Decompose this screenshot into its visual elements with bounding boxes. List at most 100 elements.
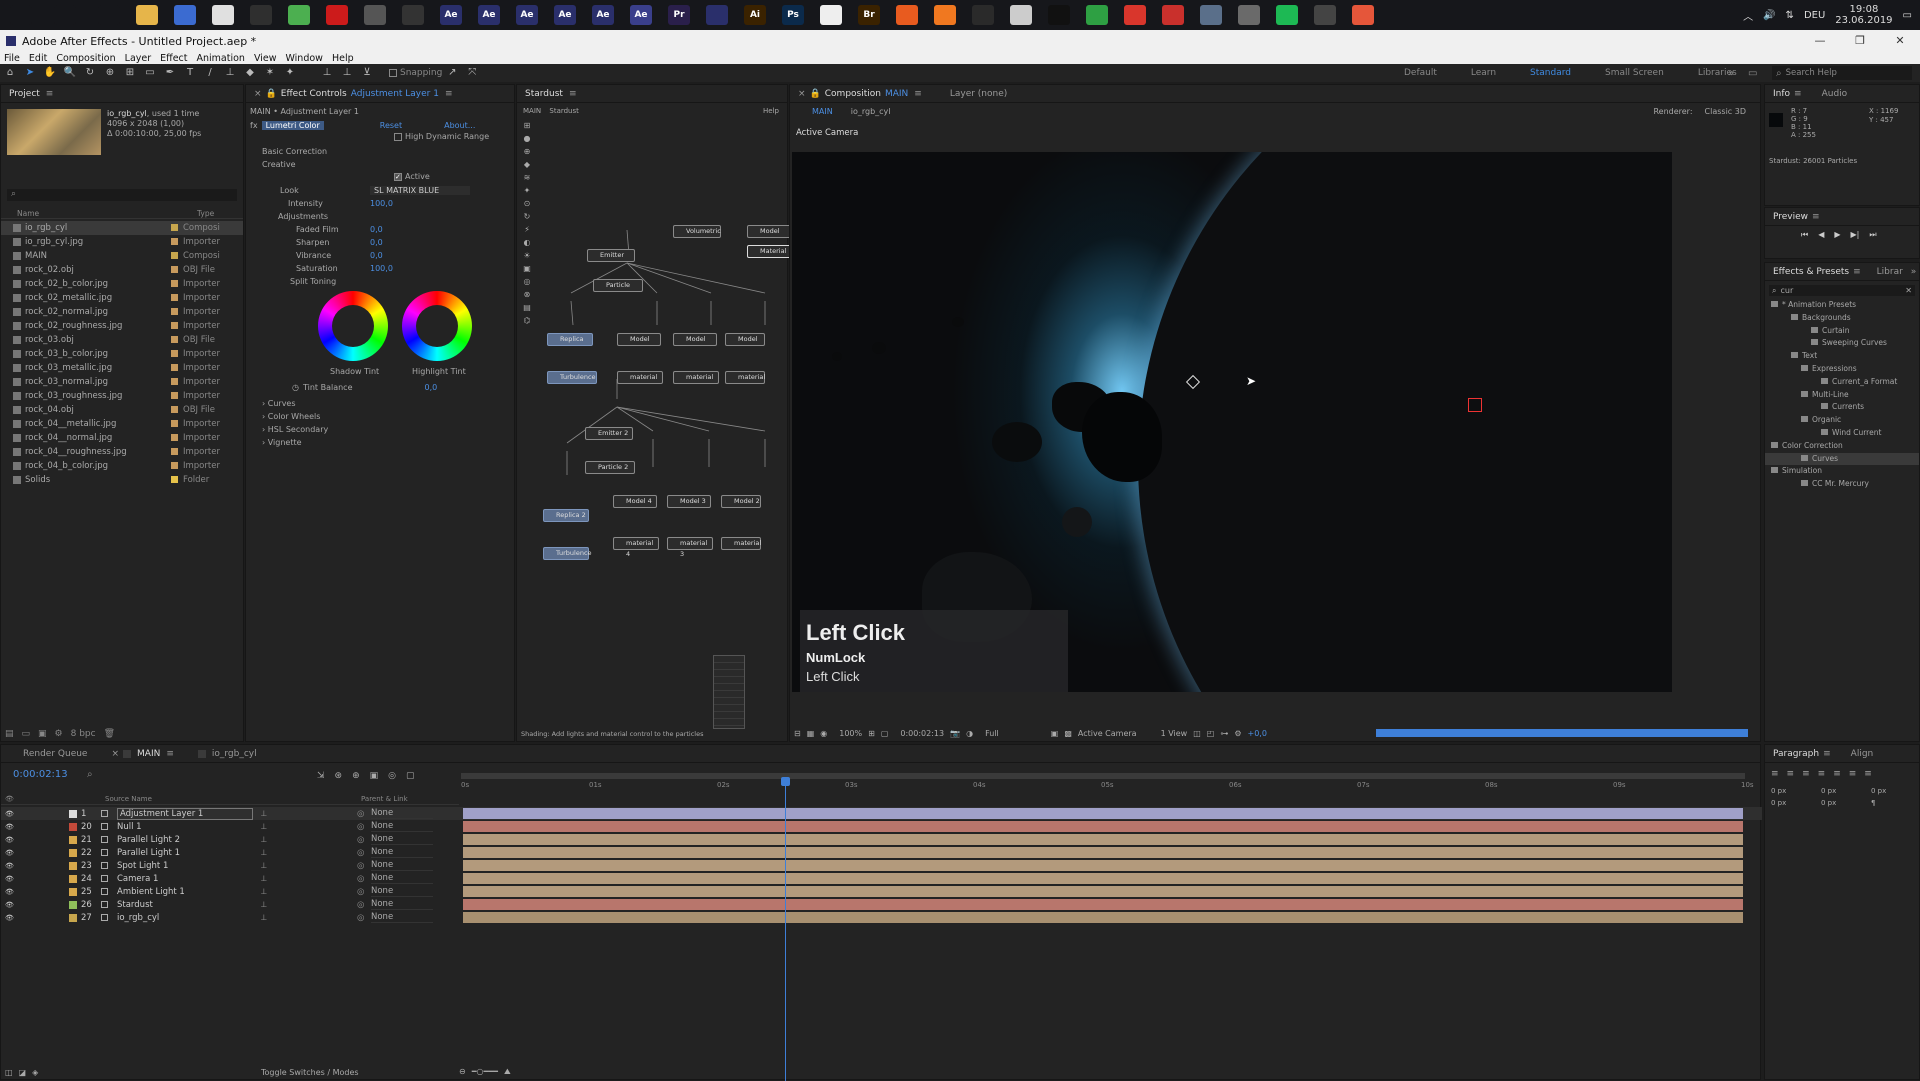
layer-tab[interactable]: Layer (none) [950,89,1007,99]
label-color-swatch[interactable] [69,848,77,857]
zoom-in-icon[interactable]: ⛰ [504,1067,511,1077]
property-value[interactable]: 100,0 [370,264,393,273]
property-value[interactable]: 0,0 [370,225,383,234]
play-icon[interactable]: ▶ [1834,230,1840,240]
folder-icon[interactable] [136,5,158,25]
property-value[interactable]: 0,0 [370,238,383,247]
renderer-value[interactable]: Classic 3D [1705,107,1746,116]
workspace-small-screen[interactable]: Small Screen [1605,68,1664,78]
label-color-swatch[interactable] [69,835,77,844]
windows-start-icon[interactable] [10,5,32,25]
label-color-swatch[interactable] [171,448,178,455]
layer-row[interactable]: 👁 24 Camera 1 ⟂ ◎ None [1,872,1762,885]
label-color-swatch[interactable] [171,336,178,343]
exposure-value[interactable]: +0,0 [1247,729,1266,738]
layer-duration-bar[interactable] [463,860,1743,871]
toggle-switches-modes[interactable]: Toggle Switches / Modes [261,1068,359,1077]
transparency-icon[interactable]: ▩ [1064,729,1072,738]
hdr-checkbox[interactable] [394,132,402,141]
parent-select[interactable]: None [371,899,433,910]
active-checkbox[interactable]: ✓ [394,172,402,181]
visibility-eye-icon[interactable]: 👁 [5,888,14,896]
effects-tree-item[interactable]: * Animation Presets [1765,299,1919,312]
space-after[interactable]: 0 px [1821,797,1871,809]
pen-tool-icon[interactable]: ✒ [163,67,177,79]
effect-property-row[interactable]: Sharpen 0,0 [250,236,512,249]
after-effects-icon-4[interactable]: Ae [554,5,576,25]
close-tab-icon[interactable]: × [798,89,806,99]
close-button[interactable]: ✕ [1880,30,1920,52]
after-effects-icon-3[interactable]: Ae [516,5,538,25]
pickwhip-icon[interactable]: ◎ [357,848,364,858]
eraser-tool-icon[interactable]: ◆ [243,67,257,79]
app-icon-7[interactable] [934,5,956,25]
roto-tool-icon[interactable]: ✶ [263,67,277,79]
parent-select[interactable]: None [371,860,433,871]
magnify-icon[interactable]: ⊟ [794,729,801,738]
parent-select[interactable]: None [371,886,433,897]
stardust-node[interactable]: Particle 2 [585,461,635,474]
rectangle-tool-icon[interactable]: ▭ [143,67,157,79]
fx-icon[interactable]: fx [250,121,258,130]
timeline-tab-io-rgb-cyl[interactable]: io_rgb_cyl [212,749,257,759]
effect-property-row[interactable]: Adjustments [250,210,512,223]
effect-property-row[interactable] [250,171,512,184]
layer-row[interactable]: 👁 25 Ambient Light 1 ⟂ ◎ None [1,885,1762,898]
stardust-node[interactable]: Turbulence [543,547,592,560]
label-color-swatch[interactable] [171,294,178,301]
label-color-swatch[interactable] [171,280,178,287]
panel-menu-icon[interactable]: ≡ [1794,89,1802,99]
render-queue-tab[interactable]: Render Queue [23,749,87,759]
resolution-select[interactable]: Full [985,729,999,738]
layer-row[interactable]: 👁 21 Parallel Light 2 ⟂ ◎ None [1,833,1762,846]
label-color-swatch[interactable] [171,350,178,357]
effects-tree-item[interactable]: Simulation [1765,465,1919,478]
effect-section[interactable]: › HSL Secondary [262,423,328,436]
workspace-default[interactable]: Default [1404,68,1437,78]
effects-tree-item[interactable]: Color Correction [1765,440,1919,453]
about-link[interactable]: About... [444,121,475,130]
prev-frame-icon[interactable]: ◀ [1818,230,1824,240]
label-color-swatch[interactable] [69,900,77,909]
direction-icon[interactable]: ¶ [1871,797,1920,809]
chrome-icon[interactable] [288,5,310,25]
label-color-swatch[interactable] [171,252,178,259]
menu-file[interactable]: File [4,53,20,64]
switches-icon[interactable]: ⟂ [261,809,267,819]
shy-icon[interactable]: ⊕ [352,771,360,781]
pickwhip-icon[interactable]: ◎ [357,913,364,923]
camera-select[interactable]: Active Camera [1078,729,1137,738]
effect-property-row[interactable]: Vibrance 0,0 [250,249,512,262]
snap-option-icon-1[interactable]: ↗ [445,67,459,79]
layer-duration-bar[interactable] [463,821,1743,832]
justify-right-icon[interactable]: ≡ [1849,769,1857,779]
clone-tool-icon[interactable]: ⊥ [223,67,237,79]
pickwhip-icon[interactable]: ◎ [357,874,364,884]
layer-name[interactable]: Ambient Light 1 [117,887,185,897]
menu-layer[interactable]: Layer [125,53,152,64]
settings-icon[interactable]: ⚙ [55,729,63,739]
visibility-eye-icon[interactable]: 👁 [5,836,14,844]
zoom-select[interactable]: 100% [839,729,862,738]
clock[interactable]: 19:08 23.06.2019 [1835,4,1892,26]
close-tab-icon[interactable]: × [111,749,119,759]
grid-icon[interactable]: ⊞ [868,729,875,738]
effect-property-row[interactable]: Saturation 100,0 [250,262,512,275]
space-before[interactable]: 0 px [1771,797,1821,809]
guides-icon[interactable]: ▢ [881,729,889,738]
panel-menu-icon[interactable]: ≡ [1823,749,1831,759]
stardust-node[interactable]: Material [747,245,793,258]
pickwhip-icon[interactable]: ◎ [357,822,364,832]
align-tab[interactable]: Align [1851,749,1874,759]
frame-blending-icon[interactable]: ▣ [370,771,379,781]
menu-effect[interactable]: Effect [160,53,187,64]
column-name[interactable]: Name [17,209,39,218]
label-color-swatch[interactable] [171,238,178,245]
minimize-button[interactable]: — [1800,30,1840,52]
project-item[interactable]: rock_03.obj OBJ File [1,333,243,347]
preview-tab[interactable]: Preview [1773,212,1808,222]
network-icon[interactable]: ⇅ [1786,10,1794,21]
timeline-search-icon[interactable]: ⌕ [87,769,93,780]
pickwhip-icon[interactable]: ◎ [357,900,364,910]
workspace-standard[interactable]: Standard [1530,68,1571,78]
